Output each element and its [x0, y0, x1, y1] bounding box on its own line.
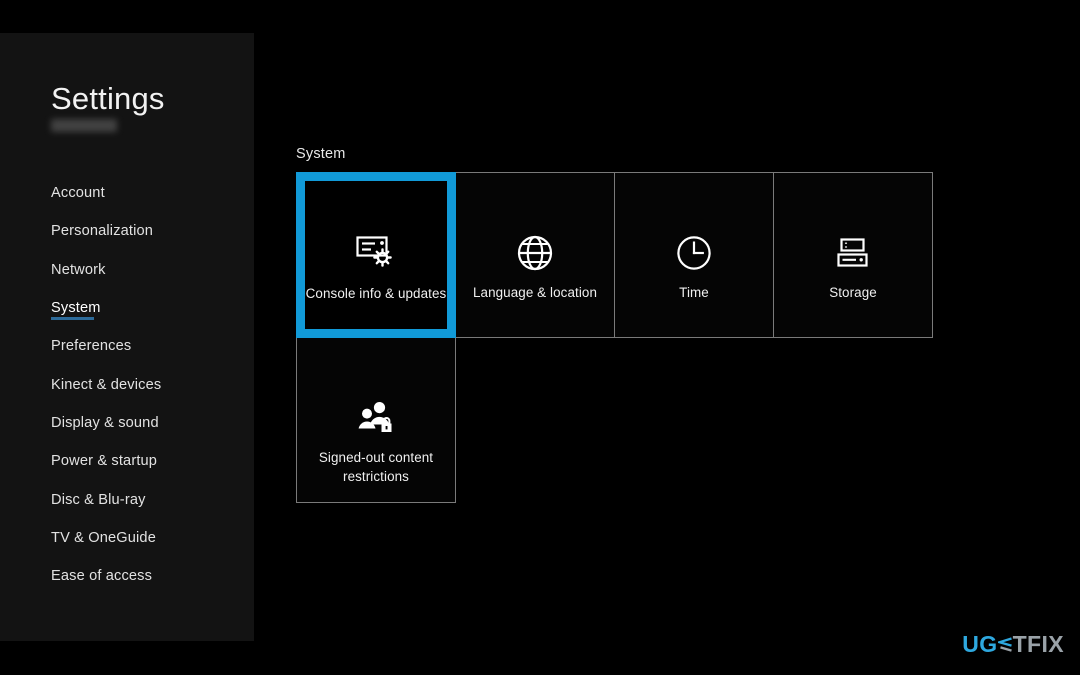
sidebar-item-power-and-startup[interactable]: Power & startup [0, 442, 254, 480]
sidebar-item-label: Power & startup [51, 453, 158, 470]
sidebar-item-label: Kinect & devices [51, 376, 162, 393]
sidebar-item-display-and-sound[interactable]: Display & sound [0, 404, 254, 442]
system-tile-grid: Console info & updates Language & locati… [296, 172, 933, 503]
watermark-text-secondary: TFIX [1012, 631, 1064, 657]
tile-row: Signed-out content restrictions [296, 337, 933, 503]
tile-signed-out-content-restrictions[interactable]: Signed-out content restrictions [296, 337, 456, 503]
sidebar-item-label: System [51, 300, 101, 317]
clock-icon [671, 230, 717, 276]
tile-empty-slot [455, 337, 615, 503]
globe-icon [512, 230, 558, 276]
sidebar-item-label: Disc & Blu-ray [51, 491, 146, 508]
sidebar-item-ease-of-access[interactable]: Ease of access [0, 557, 254, 595]
sidebar-item-label: TV & OneGuide [51, 529, 156, 546]
tile-label: Time [679, 285, 709, 300]
watermark-e-glyph-icon [995, 633, 1013, 656]
console-gear-icon [353, 229, 399, 275]
sidebar-item-preferences[interactable]: Preferences [0, 327, 254, 365]
storage-icon [830, 230, 876, 276]
gamertag-blurred [51, 119, 117, 132]
xbox-settings-screen: Settings Account Personalization Network… [0, 0, 1080, 675]
sidebar-item-tv-and-oneguide[interactable]: TV & OneGuide [0, 519, 254, 557]
sidebar-item-label: Network [51, 261, 106, 278]
watermark-text-primary: UG [962, 631, 998, 657]
tile-label: Console info & updates [305, 286, 447, 301]
tile-language-and-location[interactable]: Language & location [455, 172, 615, 338]
people-lock-icon [353, 395, 399, 441]
sidebar-nav: Account Personalization Network System P… [0, 174, 254, 595]
sidebar-item-label: Account [51, 185, 105, 202]
sidebar-item-system[interactable]: System [0, 289, 254, 327]
section-header: System [296, 146, 346, 162]
main-content: System Console info & updates Language &… [254, 33, 1080, 641]
tile-empty-slot [614, 337, 774, 503]
sidebar-item-account[interactable]: Account [0, 174, 254, 212]
active-indicator [51, 317, 94, 321]
sidebar-item-label: Preferences [51, 338, 132, 355]
tile-storage[interactable]: Storage [773, 172, 933, 338]
page-title: Settings [51, 81, 165, 116]
tile-empty-slot [773, 337, 933, 503]
tile-label: Signed-out content restrictions [318, 450, 434, 484]
sidebar-item-disc-and-bluray[interactable]: Disc & Blu-ray [0, 480, 254, 518]
ugetfix-watermark: UG TFIX [962, 631, 1064, 658]
tile-console-info-and-updates[interactable]: Console info & updates [296, 172, 456, 338]
sidebar-item-kinect-and-devices[interactable]: Kinect & devices [0, 365, 254, 403]
sidebar-item-network[interactable]: Network [0, 251, 254, 289]
sidebar-item-personalization[interactable]: Personalization [0, 212, 254, 250]
tile-label: Language & location [472, 285, 597, 300]
tile-time[interactable]: Time [614, 172, 774, 338]
sidebar-item-label: Display & sound [51, 414, 159, 431]
tile-label: Storage [829, 285, 877, 300]
tile-row: Console info & updates Language & locati… [296, 172, 933, 338]
settings-sidebar: Settings Account Personalization Network… [0, 33, 254, 641]
sidebar-item-label: Ease of access [51, 568, 153, 585]
sidebar-item-label: Personalization [51, 223, 154, 240]
